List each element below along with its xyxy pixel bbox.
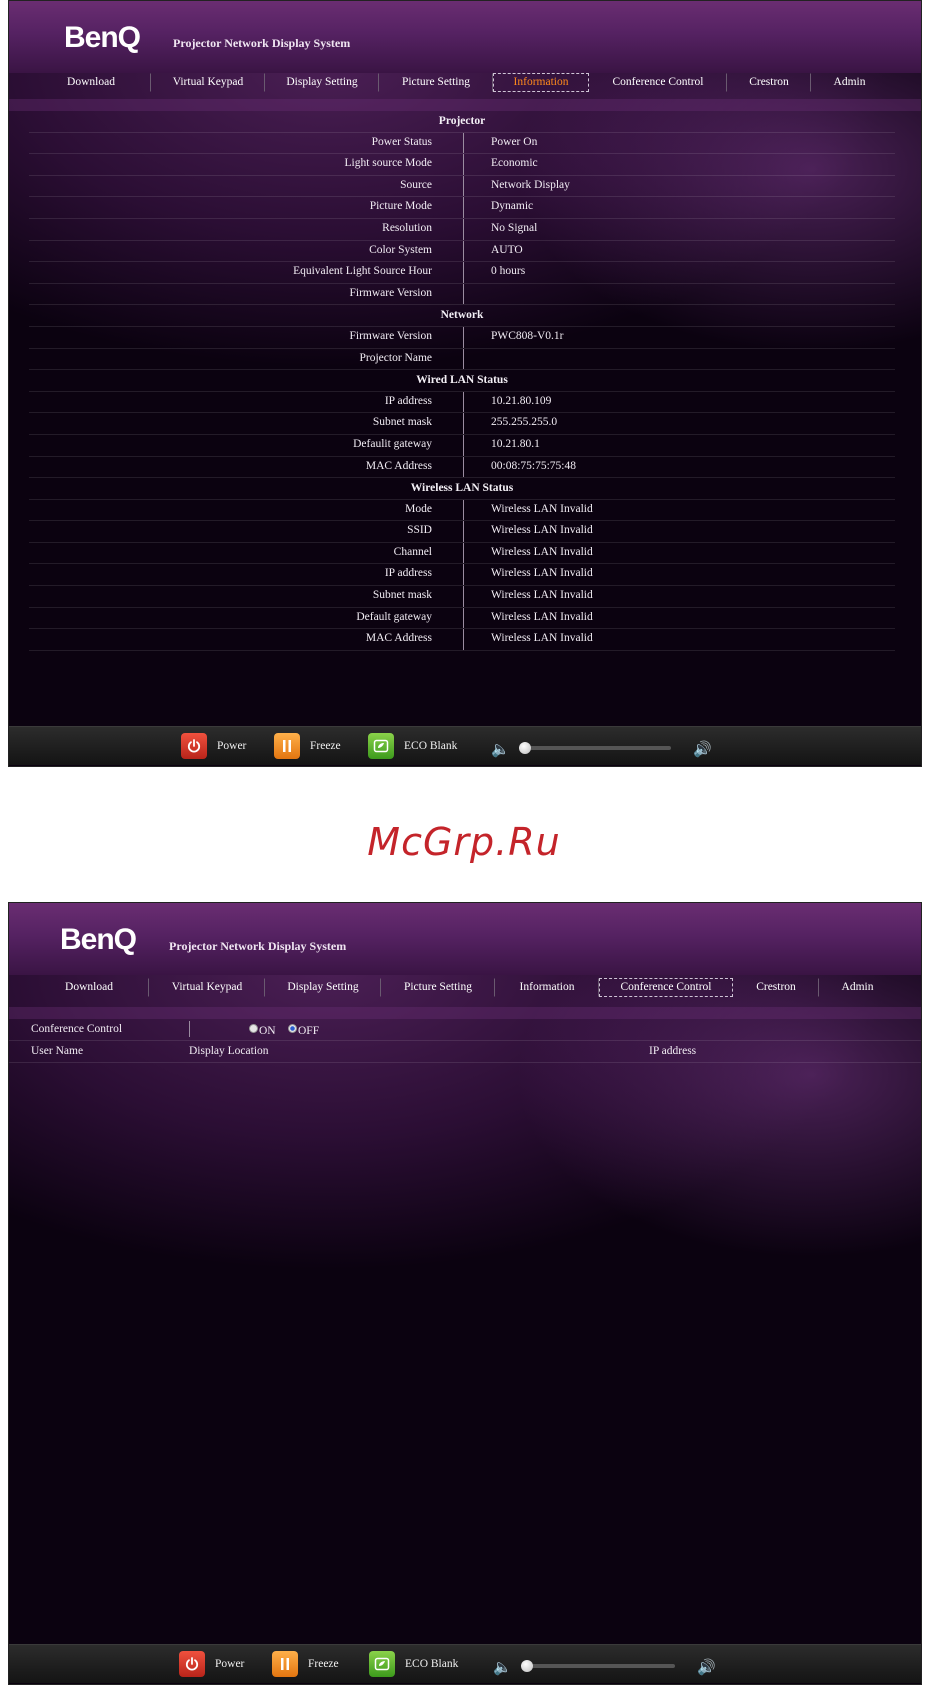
system-title: Projector Network Display System	[169, 939, 347, 953]
eco-blank-icon	[369, 1651, 395, 1677]
column-ip-address: IP address	[649, 1045, 697, 1057]
radio-on-label: ON	[259, 1025, 276, 1037]
freeze-button[interactable]: Freeze	[272, 1651, 339, 1677]
power-button[interactable]: Power	[179, 1651, 244, 1677]
benq-logo: BenQ	[60, 923, 137, 956]
information-table: Projector Power Status Power On Light sou…	[29, 111, 895, 651]
info-row: MAC Address 00:08:75:75:75:48	[29, 456, 895, 479]
freeze-button[interactable]: Freeze	[274, 733, 341, 759]
info-row: Picture Mode Dynamic	[29, 197, 895, 219]
system-title: Projector Network Display System	[173, 36, 351, 50]
volume-down-icon[interactable]: 🔈	[493, 1658, 512, 1677]
radio-off[interactable]	[288, 1024, 297, 1033]
control-footer: Power Freeze ECO Blank 🔈 🔊	[9, 726, 921, 765]
tab-admin[interactable]: Admin	[811, 73, 887, 92]
watermark-text: McGrp.Ru	[367, 820, 561, 864]
info-row: SSID Wireless LAN Invalid	[29, 521, 895, 543]
conference-control-screen: BenQ Projector Network Display System Do…	[8, 902, 922, 1685]
radio-off-label: OFF	[298, 1025, 320, 1037]
tab-display-setting[interactable]: Display Setting	[265, 73, 379, 92]
tab-crestron[interactable]: Crestron	[727, 73, 811, 92]
info-row: Firmware Version	[29, 283, 895, 306]
section-wireless-title: Wireless LAN Status	[29, 478, 895, 500]
tab-download[interactable]: Download	[31, 73, 151, 92]
eco-blank-button[interactable]: ECO Blank	[368, 733, 457, 759]
info-row: Mode Wireless LAN Invalid	[29, 499, 895, 522]
info-row: Color System AUTO	[29, 240, 895, 263]
pause-icon	[274, 733, 300, 759]
tab-information[interactable]: Information	[495, 978, 599, 997]
info-row: Power Status Power On	[29, 132, 895, 155]
volume-up-icon[interactable]: 🔊	[697, 1658, 716, 1677]
header-bar: BenQ Projector Network Display System	[9, 1, 921, 73]
volume-slider-knob[interactable]	[519, 742, 531, 754]
info-row: IP address 10.21.80.109	[29, 391, 895, 414]
info-row: Resolution No Signal	[29, 218, 895, 241]
tab-information[interactable]: Information	[493, 73, 589, 92]
info-row: Default gateway Wireless LAN Invalid	[29, 607, 895, 630]
pause-icon	[272, 1651, 298, 1677]
info-row: Light source Mode Economic	[29, 154, 895, 176]
volume-slider-knob[interactable]	[521, 1660, 533, 1672]
power-button[interactable]: Power	[181, 733, 246, 759]
tab-virtual-keypad[interactable]: Virtual Keypad	[149, 978, 265, 997]
tab-virtual-keypad[interactable]: Virtual Keypad	[151, 73, 265, 92]
conference-control-label: Conference Control	[31, 1023, 123, 1035]
tab-download[interactable]: Download	[29, 978, 149, 997]
power-icon	[181, 733, 207, 759]
volume-slider[interactable]	[521, 1660, 675, 1672]
volume-down-icon[interactable]: 🔈	[491, 740, 510, 759]
info-row: Defaulit gateway 10.21.80.1	[29, 434, 895, 457]
info-row: Subnet mask Wireless LAN Invalid	[29, 586, 895, 608]
tab-conference-control[interactable]: Conference Control	[589, 73, 727, 92]
conference-table-header: User Name Display Location IP address	[9, 1041, 921, 1063]
eco-blank-button[interactable]: ECO Blank	[369, 1651, 458, 1677]
info-row: MAC Address Wireless LAN Invalid	[29, 629, 895, 651]
tab-crestron[interactable]: Crestron	[733, 978, 819, 997]
column-display-location: Display Location	[189, 1045, 269, 1057]
divider	[189, 1021, 190, 1037]
info-row: Equivalent Light Source Hour 0 hours	[29, 262, 895, 284]
content-top-band	[9, 1007, 921, 1019]
info-row: Subnet mask 255.255.255.0	[29, 413, 895, 435]
section-network-title: Network	[29, 305, 895, 327]
info-row: Source Network Display	[29, 175, 895, 198]
header-bar: BenQ Projector Network Display System	[9, 903, 921, 975]
section-wired-title: Wired LAN Status	[29, 370, 895, 392]
main-nav: Download Virtual Keypad Display Setting …	[29, 978, 895, 997]
tab-picture-setting[interactable]: Picture Setting	[381, 978, 495, 997]
radio-on[interactable]	[249, 1024, 258, 1033]
column-user-name: User Name	[31, 1045, 84, 1057]
info-row: Projector Name	[29, 348, 895, 371]
volume-slider[interactable]	[519, 742, 671, 754]
power-icon	[179, 1651, 205, 1677]
conference-control-row: Conference Control ON OFF	[9, 1019, 921, 1041]
info-row: Firmware Version PWC808-V0.1r	[29, 326, 895, 349]
control-footer: Power Freeze ECO Blank 🔈 🔊	[9, 1644, 921, 1683]
content-top-band	[9, 99, 921, 111]
main-nav: Download Virtual Keypad Display Setting …	[31, 73, 887, 92]
info-row: Channel Wireless LAN Invalid	[29, 542, 895, 565]
info-row: IP address Wireless LAN Invalid	[29, 564, 895, 587]
volume-up-icon[interactable]: 🔊	[693, 740, 712, 759]
eco-blank-icon	[368, 733, 394, 759]
tab-display-setting[interactable]: Display Setting	[265, 978, 381, 997]
information-screen: BenQ Projector Network Display System Do…	[8, 0, 922, 767]
tab-conference-control[interactable]: Conference Control	[599, 978, 733, 997]
tab-admin[interactable]: Admin	[819, 978, 895, 997]
section-projector-title: Projector	[29, 111, 895, 133]
benq-logo: BenQ	[64, 21, 141, 54]
tab-picture-setting[interactable]: Picture Setting	[379, 73, 493, 92]
